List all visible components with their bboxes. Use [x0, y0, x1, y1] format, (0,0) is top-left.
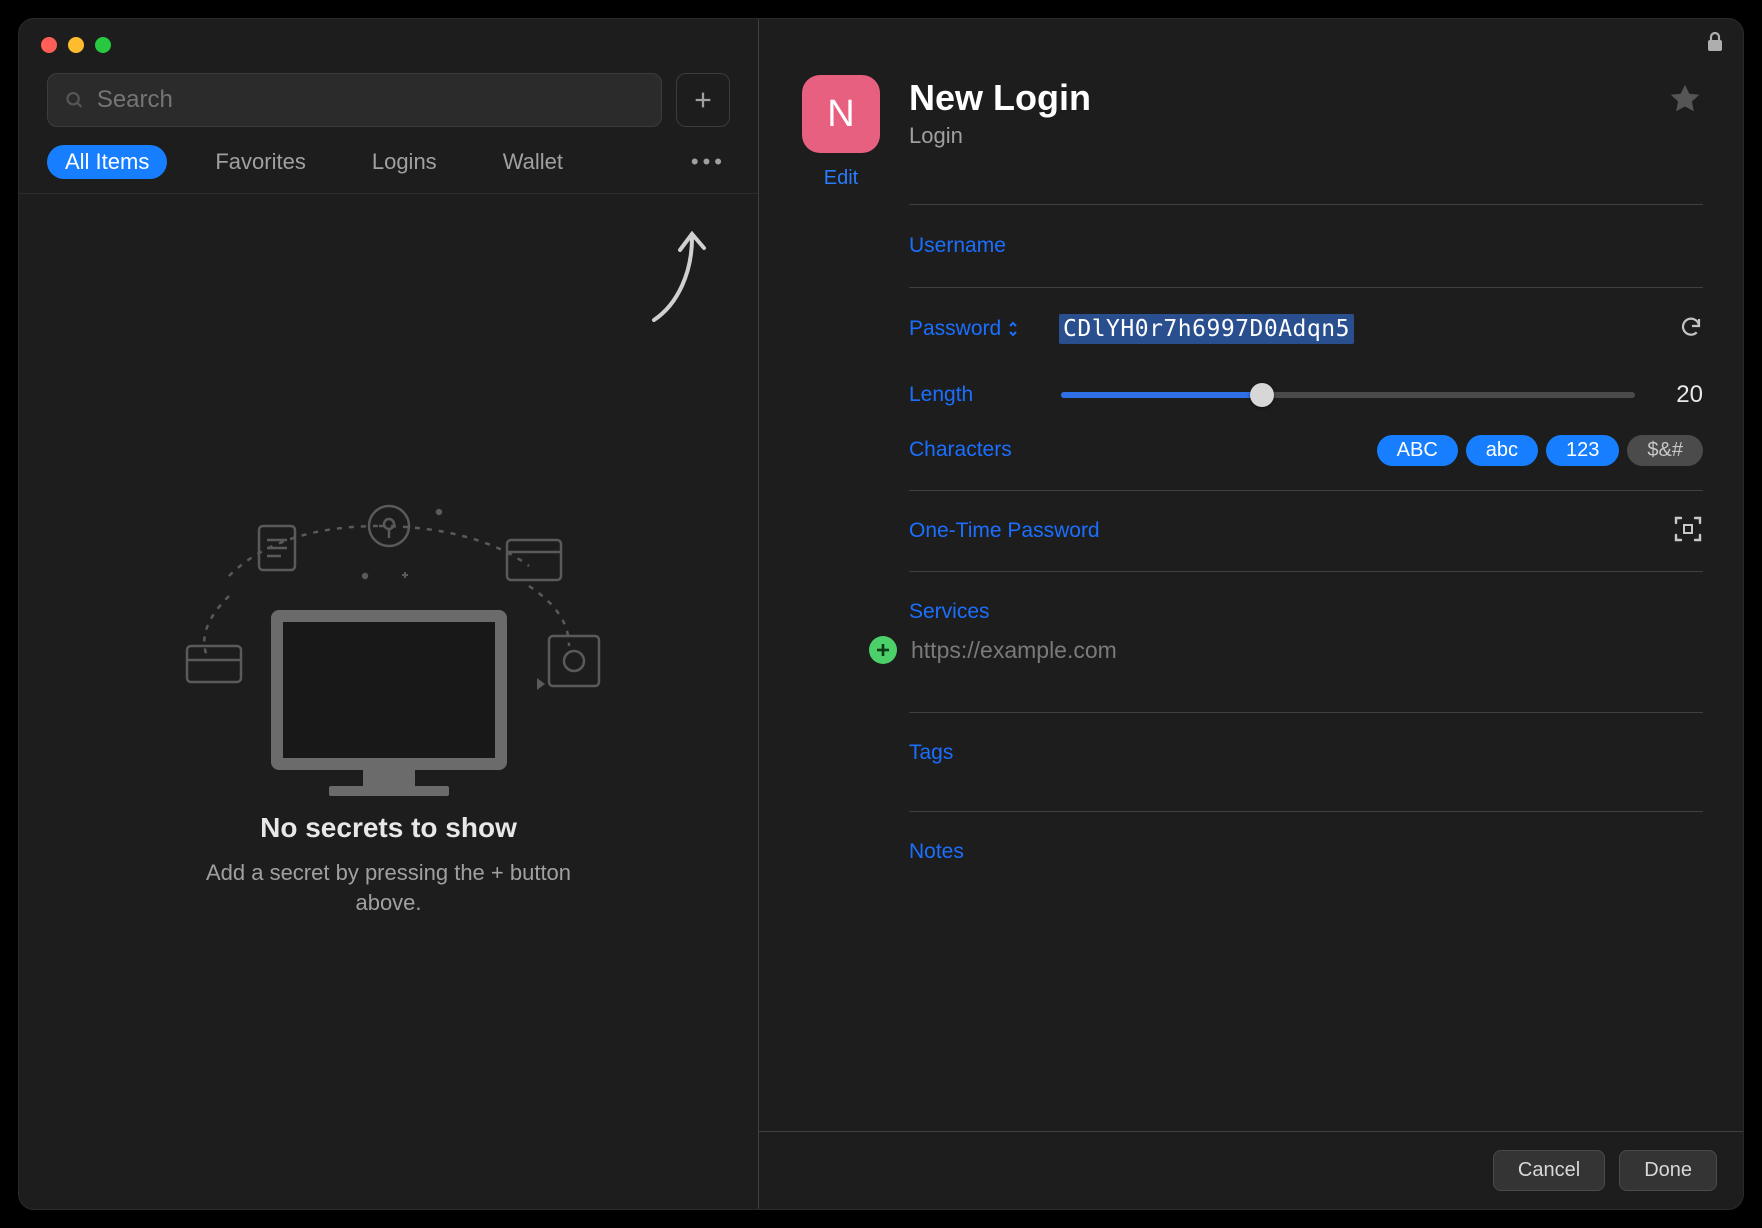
- password-value[interactable]: CDlYH0r7h6997D0Adqn5: [1059, 314, 1354, 344]
- username-row[interactable]: Username: [909, 211, 1703, 281]
- add-item-button[interactable]: [676, 73, 730, 127]
- lock-icon[interactable]: [1705, 31, 1725, 58]
- plus-icon: [692, 89, 714, 111]
- qr-icon: [1673, 514, 1703, 544]
- tags-label: Tags: [909, 719, 1703, 765]
- scan-qr-button[interactable]: [1673, 514, 1703, 549]
- empty-title: No secrets to show: [260, 812, 517, 844]
- cancel-button[interactable]: Cancel: [1493, 1150, 1605, 1191]
- search-input[interactable]: [95, 85, 645, 115]
- char-toggle-digits[interactable]: 123: [1546, 435, 1619, 466]
- tab-favorites[interactable]: Favorites: [197, 145, 323, 179]
- item-avatar[interactable]: N: [802, 75, 880, 153]
- toolbar: [19, 59, 758, 137]
- edit-avatar-link[interactable]: Edit: [824, 167, 858, 190]
- otp-row[interactable]: One-Time Password: [909, 497, 1703, 565]
- refresh-icon: [1679, 315, 1703, 339]
- characters-label: Characters: [909, 438, 1039, 462]
- detail-footer: Cancel Done: [759, 1131, 1743, 1209]
- search-field-wrapper[interactable]: [47, 73, 662, 127]
- window-controls: [19, 19, 758, 59]
- done-button[interactable]: Done: [1619, 1150, 1717, 1191]
- hint-arrow-icon: [642, 224, 712, 324]
- services-label: Services: [909, 578, 1703, 624]
- chevron-up-down-icon: [1007, 320, 1019, 338]
- length-slider[interactable]: [1061, 392, 1635, 398]
- empty-state: No secrets to show Add a secret by press…: [19, 194, 758, 1209]
- password-label[interactable]: Password: [909, 317, 1059, 341]
- service-url-input[interactable]: https://example.com: [911, 637, 1117, 664]
- maximize-window-button[interactable]: [95, 37, 111, 53]
- regenerate-password-button[interactable]: [1679, 315, 1703, 344]
- app-window: All Items Favorites Logins Wallet •••: [18, 18, 1744, 1210]
- item-header: N Edit New Login Login: [759, 19, 1743, 198]
- char-toggle-upper[interactable]: ABC: [1377, 435, 1458, 466]
- char-toggle-symbols[interactable]: $&#: [1627, 435, 1703, 466]
- length-label: Length: [909, 383, 1039, 407]
- character-toggle-group: ABC abc 123 $&#: [1377, 435, 1703, 466]
- category-tabs: All Items Favorites Logins Wallet •••: [19, 137, 758, 194]
- favorite-button[interactable]: [1667, 81, 1703, 190]
- length-value: 20: [1657, 381, 1703, 409]
- services-section: Services https://example.com: [909, 578, 1703, 706]
- tabs-more-button[interactable]: •••: [691, 149, 726, 175]
- notes-label: Notes: [909, 818, 1703, 864]
- item-title[interactable]: New Login: [909, 77, 1641, 119]
- characters-row: Characters ABC abc 123 $&#: [909, 420, 1703, 480]
- username-label: Username: [909, 234, 1059, 258]
- length-row: Length 20: [909, 370, 1703, 420]
- close-window-button[interactable]: [41, 37, 57, 53]
- detail-pane: N Edit New Login Login Username Password: [759, 19, 1743, 1209]
- items-pane: All Items Favorites Logins Wallet •••: [19, 19, 759, 1209]
- password-row: Password CDlYH0r7h6997D0Adqn5: [909, 294, 1703, 364]
- notes-section[interactable]: Notes: [909, 818, 1703, 908]
- tab-logins[interactable]: Logins: [354, 145, 455, 179]
- otp-label: One-Time Password: [909, 519, 1673, 543]
- tab-all-items[interactable]: All Items: [47, 145, 167, 179]
- minimize-window-button[interactable]: [68, 37, 84, 53]
- empty-illustration: [129, 426, 649, 786]
- empty-subtitle: Add a secret by pressing the + button ab…: [179, 858, 599, 917]
- star-icon: [1667, 81, 1703, 117]
- tab-wallet[interactable]: Wallet: [485, 145, 581, 179]
- item-type-label: Login: [909, 123, 1641, 149]
- plus-icon: [875, 642, 891, 658]
- char-toggle-lower[interactable]: abc: [1466, 435, 1538, 466]
- tags-section[interactable]: Tags: [909, 719, 1703, 805]
- add-service-button[interactable]: [869, 636, 897, 664]
- search-icon: [64, 89, 85, 111]
